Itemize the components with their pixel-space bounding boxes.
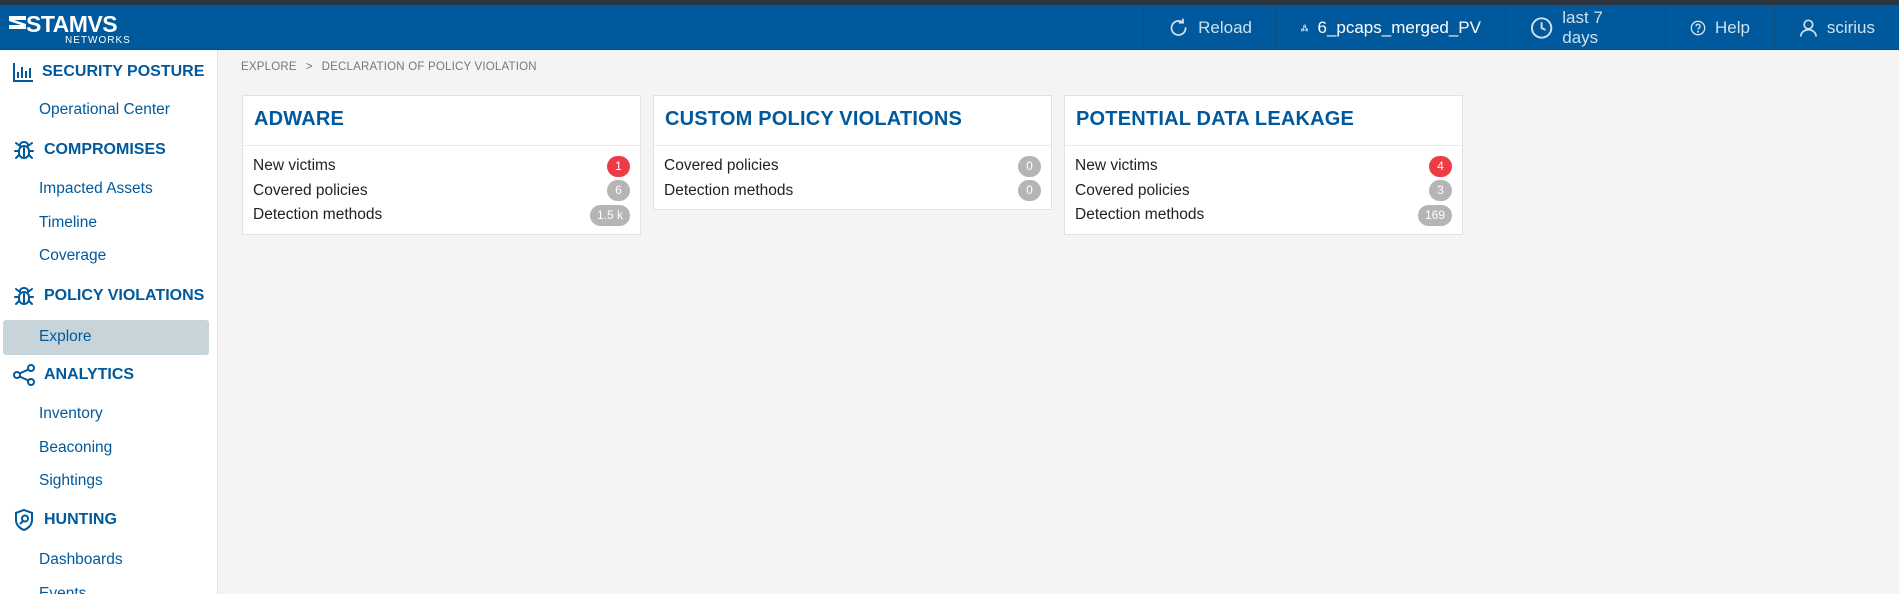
- card-row: Covered policies 0: [664, 154, 1041, 179]
- card-body: Covered policies 0 Detection methods 0: [654, 146, 1051, 209]
- sidebar: SECURITY POSTURE Operational Center COMP…: [0, 50, 218, 594]
- row-label: Covered policies: [253, 181, 368, 199]
- card-row: New victims 4: [1075, 154, 1452, 179]
- navbar-actions: Reload 6_pcaps_merged_PV last 7 days Hel…: [1143, 5, 1899, 50]
- sidebar-item-operational-center[interactable]: Operational Center: [39, 99, 170, 121]
- bug-icon: [14, 287, 34, 305]
- stamus-logo[interactable]: STAMVS NETWORKS: [9, 11, 131, 46]
- sidebar-section-label: HUNTING: [44, 511, 117, 528]
- sidebar-item-beaconing[interactable]: Beaconing: [39, 437, 112, 459]
- share-nodes-icon: [13, 364, 35, 386]
- card-row: Covered policies 3: [1075, 179, 1452, 204]
- card-row: Detection methods 169: [1075, 203, 1452, 228]
- sidebar-item-coverage[interactable]: Coverage: [39, 245, 106, 267]
- breadcrumb-root[interactable]: EXPLORE: [241, 61, 297, 73]
- bar-chart-icon: [13, 63, 33, 82]
- brand-subtitle: NETWORKS: [65, 35, 131, 46]
- sidebar-section-analytics[interactable]: ANALYTICS: [12, 362, 134, 388]
- detection-methods-badge: 169: [1417, 204, 1452, 226]
- new-victims-badge: 1: [607, 155, 630, 177]
- card-title[interactable]: ADWARE: [243, 96, 640, 146]
- covered-policies-badge: 0: [1018, 155, 1041, 177]
- covered-policies-badge: 6: [607, 180, 630, 202]
- detection-methods-badge: 0: [1018, 180, 1041, 202]
- clock-icon: [1530, 16, 1553, 39]
- sidebar-item-impacted-assets[interactable]: Impacted Assets: [39, 178, 153, 200]
- breadcrumb: EXPLORE > DECLARATION OF POLICY VIOLATION: [241, 61, 537, 73]
- policy-card-potential-data-leakage[interactable]: POTENTIAL DATA LEAKAGE New victims 4 Cov…: [1064, 95, 1463, 235]
- card-row: Detection methods 0: [664, 179, 1041, 204]
- user-menu[interactable]: scirius: [1774, 5, 1899, 50]
- sidebar-section-label: ANALYTICS: [44, 366, 135, 383]
- row-label: Detection methods: [1075, 206, 1205, 224]
- sidebar-item-sightings[interactable]: Sightings: [39, 470, 103, 492]
- time-period-selector[interactable]: last 7 days: [1505, 5, 1665, 50]
- source-selector[interactable]: 6_pcaps_merged_PV: [1276, 5, 1505, 50]
- policy-card-adware[interactable]: ADWARE New victims 1 Covered policies 6 …: [242, 95, 641, 235]
- card-title[interactable]: POTENTIAL DATA LEAKAGE: [1065, 96, 1462, 146]
- nodes-icon: [1301, 24, 1309, 31]
- row-label: Covered policies: [664, 157, 779, 175]
- user-icon: [1799, 18, 1817, 37]
- sidebar-item-inventory[interactable]: Inventory: [39, 403, 103, 425]
- sidebar-item-dashboards[interactable]: Dashboards: [39, 549, 123, 571]
- card-body: New victims 4 Covered policies 3 Detecti…: [1065, 146, 1462, 234]
- breadcrumb-current: DECLARATION OF POLICY VIOLATION: [321, 61, 537, 73]
- help-button[interactable]: Help: [1665, 5, 1774, 50]
- row-label: Detection methods: [253, 206, 383, 224]
- new-victims-badge: 4: [1429, 155, 1452, 177]
- sidebar-section-policy-violations[interactable]: POLICY VIOLATIONS: [12, 283, 204, 309]
- card-row: Covered policies 6: [253, 179, 630, 204]
- help-label: Help: [1715, 17, 1750, 37]
- detection-methods-badge: 1.5 k: [589, 204, 630, 226]
- sidebar-item-timeline[interactable]: Timeline: [39, 212, 97, 234]
- sidebar-item-events[interactable]: Events: [39, 583, 86, 594]
- brand-name: STAMVS: [26, 11, 118, 37]
- shield-search-icon: [15, 508, 33, 532]
- sidebar-section-security-posture[interactable]: SECURITY POSTURE: [12, 59, 204, 85]
- sidebar-section-compromises[interactable]: COMPROMISES: [12, 137, 166, 163]
- help-icon: [1690, 20, 1706, 35]
- user-name: scirius: [1826, 17, 1875, 37]
- bug-icon: [14, 141, 34, 159]
- reload-label: Reload: [1198, 17, 1252, 37]
- card-body: New victims 1 Covered policies 6 Detecti…: [243, 146, 640, 234]
- sidebar-active-highlight: [3, 320, 209, 355]
- covered-policies-badge: 3: [1429, 180, 1452, 202]
- sidebar-section-label: COMPROMISES: [44, 141, 166, 158]
- time-period-label: last 7 days: [1562, 7, 1603, 47]
- policy-card-custom-policy-violations[interactable]: CUSTOM POLICY VIOLATIONS Covered policie…: [653, 95, 1052, 210]
- sidebar-section-hunting[interactable]: HUNTING: [12, 507, 117, 533]
- card-row: Detection methods 1.5 k: [253, 203, 630, 228]
- source-label: 6_pcaps_merged_PV: [1317, 17, 1481, 37]
- reload-button[interactable]: Reload: [1143, 5, 1276, 50]
- row-label: Covered policies: [1075, 181, 1190, 199]
- row-label: New victims: [253, 157, 336, 175]
- top-navbar: STAMVS NETWORKS Reload 6_pcaps_merged_PV…: [0, 5, 1899, 50]
- sidebar-item-explore[interactable]: Explore: [39, 326, 92, 348]
- card-row: New victims 1: [253, 154, 630, 179]
- card-title[interactable]: CUSTOM POLICY VIOLATIONS: [654, 96, 1051, 146]
- breadcrumb-separator: >: [305, 61, 313, 73]
- row-label: New victims: [1075, 157, 1158, 175]
- row-label: Detection methods: [664, 181, 794, 199]
- sidebar-section-label: SECURITY POSTURE: [42, 63, 205, 80]
- sidebar-section-label: POLICY VIOLATIONS: [44, 287, 205, 304]
- reload-icon: [1170, 17, 1187, 36]
- stamus-logo-mark-icon: [9, 16, 26, 29]
